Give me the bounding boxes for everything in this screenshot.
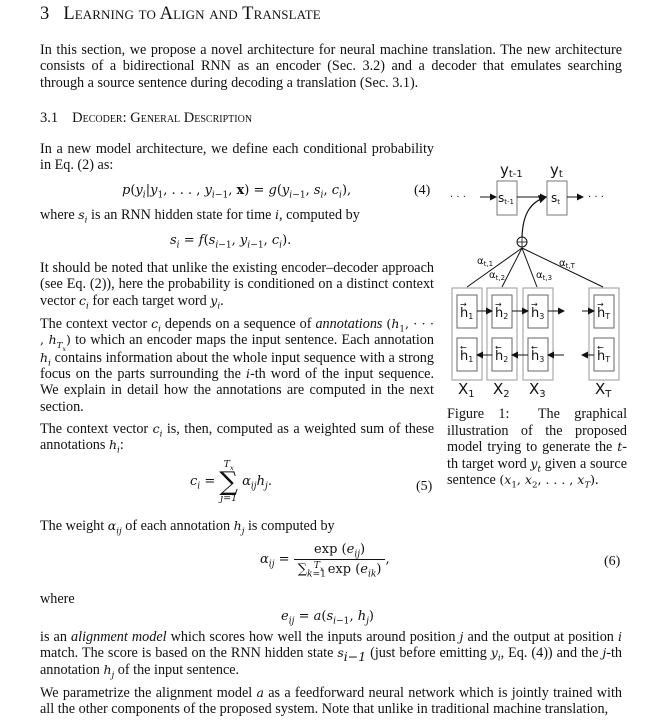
text-span: is an (40, 629, 72, 645)
text-span: . (595, 472, 599, 489)
input-label-2: X2 (493, 380, 510, 400)
section-intro: In this section, we propose a novel arch… (40, 42, 622, 91)
text-span: is computed by (244, 518, 335, 534)
equation-5: ci = Tx ∑ j=1 αijhj. (190, 459, 272, 504)
text-span: : (119, 437, 124, 454)
subsection-title: Decoder: General Description (72, 110, 253, 126)
forward-arrow-glyph: → (460, 300, 467, 309)
context-arrow (521, 195, 548, 241)
text-span: match. The score is based on the RNN hid… (40, 645, 338, 662)
backward-arrow-glyph: ← (531, 343, 538, 352)
paragraph-weighted-sum: The context vector ci is, then, computed… (40, 421, 435, 456)
text-span: The context vector (40, 421, 153, 437)
text-span: , computed by (279, 207, 360, 223)
attention-line-1 (466, 247, 523, 288)
ellipsis-left: · · · (450, 192, 466, 203)
subsection-number: 3.1 (40, 110, 59, 126)
text-span: where (40, 207, 79, 223)
equation-state-update: si = f(si−1, yi−1, ci). (170, 233, 292, 251)
text-span: to which an encoder maps the input sente… (70, 332, 434, 349)
output-y-prev: yt-1 (500, 161, 523, 180)
emphasis-annotations: annotations (315, 316, 383, 332)
text-span: The context vector (40, 316, 152, 332)
section-number: 3 (40, 4, 50, 24)
equation-6-number: (6) (604, 554, 621, 569)
paragraph-where: where (40, 591, 75, 607)
ellipsis-right: · · · (588, 192, 604, 203)
equation-alignment: eij = a(si−1, hj) (281, 609, 374, 627)
weight-label-2: αt,2 (489, 270, 505, 282)
figure-1-caption: Figure 1: The graphical illustration of … (447, 406, 628, 491)
text-span: . (220, 292, 224, 309)
equation-4: p(yi|y1, . . . , yi−1, x) = g(yi−1, si, … (122, 183, 352, 201)
backward-arrow-glyph: ← (495, 343, 502, 352)
weight-label-T: αt,T (559, 258, 576, 270)
input-label-1: X1 (458, 380, 475, 400)
text-span: which scores how well the inputs around … (166, 629, 460, 645)
backward-arrow-glyph: ← (597, 343, 604, 352)
equation-5-number: (5) (416, 479, 433, 494)
forward-arrow-glyph: → (495, 300, 502, 309)
paragraph-weight: The weight αij of each annotation hj is … (40, 518, 335, 537)
figure-1-diagram: yt-1 yt st-1 st · · · · · · αt,1 αt,2 αt… (450, 161, 620, 400)
paragraph-distinct-context: It should be noted that unlike the exist… (40, 260, 434, 312)
text-span: and the output at position (463, 629, 618, 645)
forward-arrow-glyph: → (597, 300, 604, 309)
input-label-4: XT (595, 380, 612, 400)
caption-label: Figure 1: (447, 406, 510, 422)
section-title: Learning to Align and Translate (63, 4, 321, 24)
section-heading: 3 Learning to Align and Translate (40, 4, 321, 25)
paragraph-conditional-probability: In a new model architecture, we define e… (40, 141, 434, 174)
text-span: of each annotation (121, 518, 234, 534)
paragraph-annotations: The context vector ci depends on a seque… (40, 316, 434, 415)
text-span: (just before emitting (366, 645, 491, 662)
text-span: , Eq. (4)) and the (500, 645, 603, 662)
softmax-fraction: exp (eij) ∑k=1Tx exp (eik) (293, 542, 386, 579)
output-y-current: yt (550, 161, 563, 180)
forward-arrow-glyph: → (531, 300, 538, 309)
weight-label-1: αt,1 (477, 256, 493, 268)
sum-symbol: Tx ∑ j=1 (219, 459, 238, 504)
text-span: We parametrize the alignment model (40, 685, 257, 701)
text-span: for each target word (88, 292, 211, 309)
paragraph-alignment-model: is an alignment model which scores how w… (40, 629, 622, 681)
weight-label-3: αt,3 (536, 270, 552, 282)
text-span: depends on a sequence of (160, 316, 316, 332)
equation-6: αij = exp (eij) ∑k=1Tx exp (eik) , (260, 542, 390, 580)
text-span: The weight (40, 518, 108, 534)
text-span: of the input sentence. (114, 661, 240, 678)
input-label-3: X3 (529, 380, 546, 400)
equation-4-number: (4) (414, 183, 431, 198)
subsection-heading: 3.1 Decoder: General Description (40, 110, 252, 127)
text-span: is an RNN hidden state for time (87, 207, 276, 223)
paragraph-parametrize: We parametrize the alignment model a as … (40, 685, 622, 718)
paragraph-hidden-state: where si is an RNN hidden state for time… (40, 207, 360, 226)
encoder-columns: h1→h1←X1h2→h2←X2h3→h3←X3hT→hT←XT (451, 287, 620, 400)
backward-arrow-glyph: ← (460, 343, 467, 352)
emphasis-alignment-model: alignment model (71, 629, 167, 645)
